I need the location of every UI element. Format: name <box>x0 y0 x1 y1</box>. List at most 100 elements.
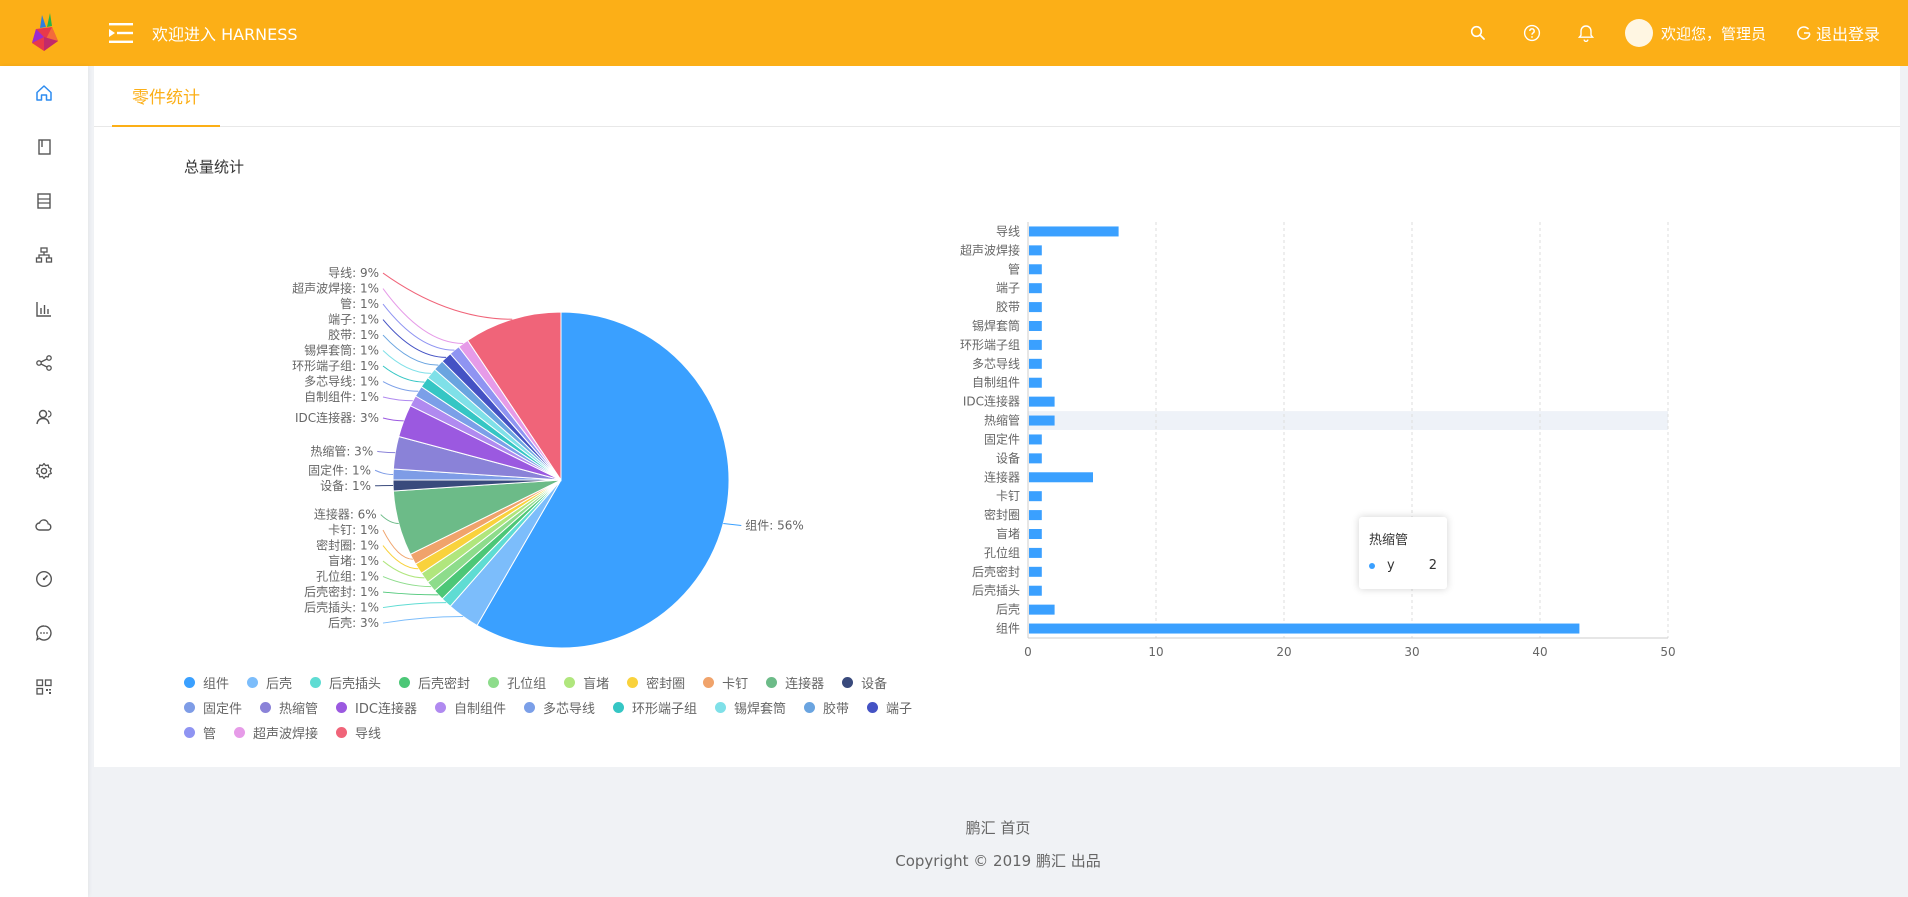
x-tick-label: 0 <box>1024 645 1032 659</box>
y-category-label: 热缩管 <box>984 413 1020 428</box>
sidebar-item-cloud[interactable] <box>0 498 88 552</box>
help-icon[interactable] <box>1505 0 1559 66</box>
book-icon <box>38 139 51 155</box>
bar[interactable] <box>1029 226 1119 237</box>
sidebar-item-messages[interactable] <box>0 606 88 660</box>
bar[interactable] <box>1029 547 1042 558</box>
bar[interactable] <box>1029 566 1042 577</box>
qrcode-icon <box>36 679 52 695</box>
user-greeting: 欢迎您，管理员 <box>1660 24 1766 43</box>
bar[interactable] <box>1029 510 1042 521</box>
bar[interactable] <box>1029 529 1042 539</box>
bar-chart: 0 10 20 30 40 50 导线超声波焊接管端子胶带锡焊套筒环形端子组多芯导线自制组件… <box>960 222 1676 659</box>
logo[interactable] <box>0 0 88 66</box>
bar[interactable] <box>1029 245 1042 256</box>
chat-icon <box>35 625 52 641</box>
y-category-label: 管 <box>1008 261 1020 276</box>
sidebar-item-book[interactable] <box>0 120 88 174</box>
chart-tooltip: 热缩管 y 2 <box>1359 517 1447 589</box>
highlight-band <box>1028 411 1668 430</box>
y-category-label: 端子 <box>996 281 1020 295</box>
x-tick-label: 20 <box>1276 645 1291 659</box>
y-category-label: 环形端子组 <box>960 338 1020 352</box>
org-tree-icon <box>35 247 53 263</box>
y-category-label: 组件 <box>996 622 1020 636</box>
bar[interactable] <box>1029 623 1580 634</box>
sidebar-item-org[interactable] <box>0 228 88 282</box>
footer: 鹏汇 首页 Copyright © 2019 鹏汇 出品 <box>88 812 1908 878</box>
top-right-controls: 欢迎您，管理员 退出登录 <box>1451 0 1908 66</box>
tooltip-title: 热缩管 <box>1369 533 1409 548</box>
y-category-label: 导线 <box>996 224 1020 238</box>
sidebar-item-stats[interactable] <box>0 282 88 336</box>
logout-label: 退出登录 <box>1815 25 1880 44</box>
bar[interactable] <box>1029 321 1042 331</box>
y-category-label: 多芯导线 <box>972 357 1020 371</box>
sidebar-item-share[interactable] <box>0 336 88 390</box>
top-bar: 欢迎进入 HARNESS 欢迎您，管理员 退出登录 <box>0 0 1908 66</box>
home-icon <box>36 85 52 101</box>
y-category-label: 后壳密封 <box>972 564 1020 579</box>
y-category-label: 连接器 <box>984 469 1020 484</box>
bar[interactable] <box>1029 472 1093 483</box>
y-category-label: 锡焊套筒 <box>972 318 1020 333</box>
y-category-label: 盲堵 <box>996 526 1020 541</box>
x-tick-label: 30 <box>1404 645 1419 659</box>
tooltip-value: 2 <box>1428 558 1437 573</box>
bar[interactable] <box>1029 339 1042 350</box>
y-category-label: 超声波焊接 <box>960 242 1020 257</box>
bar[interactable] <box>1029 491 1042 502</box>
bar[interactable] <box>1029 377 1042 388</box>
x-tick-label: 50 <box>1660 645 1675 659</box>
content-card: 零件统计 总量统计 组件: 56% 后壳: 3% 后壳插头: 1% 后壳密封: 1% 孔… <box>94 66 1900 767</box>
sidebar-item-settings[interactable] <box>0 444 88 498</box>
tooltip-series-name: y <box>1387 558 1395 573</box>
app-title: 欢迎进入 HARNESS <box>152 25 298 44</box>
logout-button[interactable]: 退出登录 <box>1796 21 1880 45</box>
sidebar-item-home[interactable] <box>0 66 88 120</box>
logout-icon <box>1797 26 1811 40</box>
rabbit-logo-icon <box>32 13 58 51</box>
bell-icon[interactable] <box>1559 0 1613 66</box>
settings-icon <box>36 462 52 480</box>
bar-chart-icon <box>36 302 51 317</box>
menu-toggle-icon[interactable] <box>106 18 136 48</box>
bar[interactable] <box>1029 415 1055 426</box>
bar[interactable] <box>1029 453 1042 464</box>
share-icon <box>36 355 52 371</box>
bar[interactable] <box>1029 396 1055 407</box>
y-category-label: 孔位组 <box>984 545 1020 560</box>
footer-home-link[interactable]: 鹏汇 首页 <box>88 812 1908 845</box>
avatar <box>1624 19 1653 47</box>
y-category-label: IDC连接器 <box>963 394 1020 409</box>
dashboard-icon <box>35 570 53 588</box>
bar[interactable] <box>1029 264 1042 275</box>
list-icon <box>37 193 51 209</box>
y-category-label: 后壳 <box>996 603 1020 617</box>
bar[interactable] <box>1029 302 1042 313</box>
bar[interactable] <box>1029 358 1042 369</box>
bar[interactable] <box>1029 434 1042 445</box>
tooltip-series-marker <box>1369 562 1375 569</box>
bar[interactable] <box>1029 283 1042 294</box>
y-category-label: 自制组件 <box>972 376 1020 390</box>
y-category-label: 后壳插头 <box>972 584 1020 598</box>
y-category-label: 密封圈 <box>984 507 1020 522</box>
footer-copyright: Copyright © 2019 鹏汇 出品 <box>895 852 1101 870</box>
y-category-label: 胶带 <box>996 299 1020 314</box>
user-icon <box>36 409 52 425</box>
y-category-label: 固定件 <box>984 431 1020 446</box>
bar[interactable] <box>1029 585 1042 596</box>
x-tick-label: 10 <box>1148 645 1163 659</box>
bar[interactable] <box>1029 604 1055 615</box>
cloud-icon <box>35 519 52 531</box>
sidebar-item-users[interactable] <box>0 390 88 444</box>
search-icon[interactable] <box>1451 0 1505 66</box>
x-tick-label: 40 <box>1532 645 1547 659</box>
sidebar <box>0 66 88 897</box>
sidebar-item-qrcode[interactable] <box>0 660 88 714</box>
y-category-label: 卡钉 <box>996 489 1020 503</box>
sidebar-item-list[interactable] <box>0 174 88 228</box>
sidebar-item-dashboard[interactable] <box>0 552 88 606</box>
user-menu[interactable]: 欢迎您，管理员 <box>1624 19 1766 47</box>
